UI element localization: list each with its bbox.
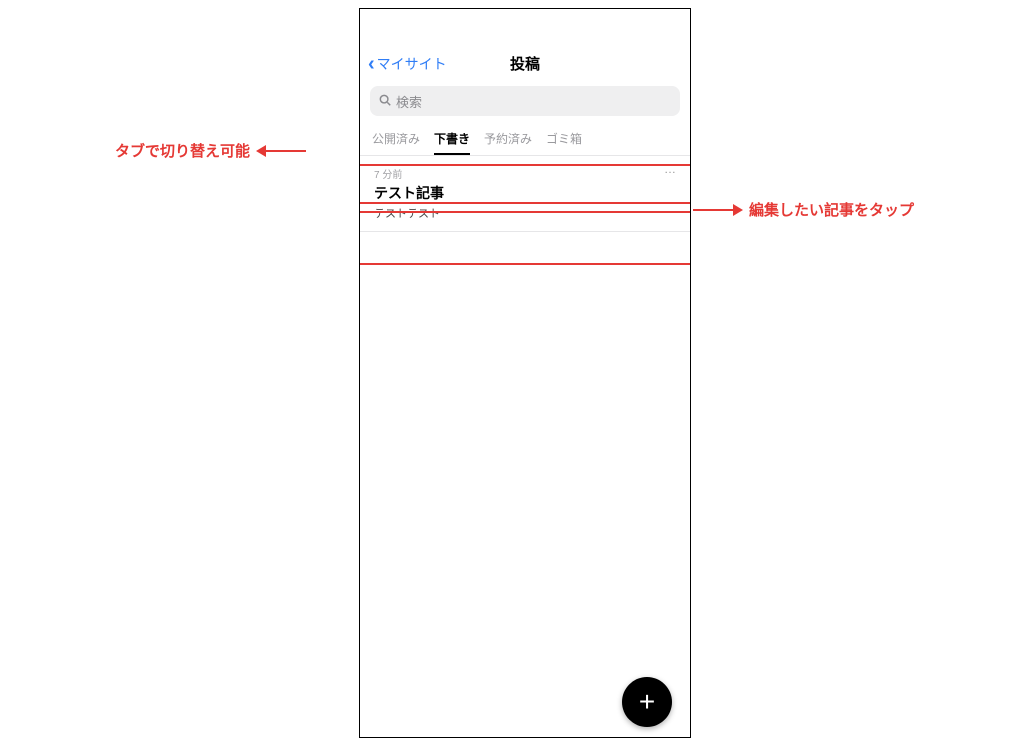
- search-icon: [378, 93, 392, 110]
- search-wrap: 検索: [360, 82, 690, 124]
- back-button[interactable]: ‹ マイサイト: [368, 54, 447, 74]
- arrow-right-icon: [693, 204, 743, 216]
- post-excerpt: テストテスト: [374, 205, 676, 221]
- page-title: 投稿: [510, 53, 540, 74]
- tab-scheduled[interactable]: 予約済み: [484, 130, 532, 155]
- annotation-tabs: タブで切り替え可能: [115, 140, 306, 161]
- annotation-text-left: タブで切り替え可能: [115, 140, 250, 161]
- phone-frame: ‹ マイサイト 投稿 検索 公開済み 下書き 予約済み ゴミ箱 … 7 分前 テ…: [359, 8, 691, 738]
- post-time: 7 分前: [374, 166, 676, 181]
- annotation-text-right: 編集したい記事をタップ: [749, 199, 914, 220]
- post-row[interactable]: … 7 分前 テスト記事 テストテスト: [360, 156, 690, 231]
- plus-icon: +: [639, 686, 655, 718]
- back-label: マイサイト: [377, 54, 447, 74]
- tabs: 公開済み 下書き 予約済み ゴミ箱: [360, 124, 690, 155]
- tab-draft[interactable]: 下書き: [434, 130, 470, 155]
- nav-bar: ‹ マイサイト 投稿: [360, 39, 690, 82]
- annotation-row: 編集したい記事をタップ: [693, 199, 914, 220]
- chevron-left-icon: ‹: [368, 54, 375, 74]
- divider: [360, 231, 690, 232]
- search-input[interactable]: 検索: [370, 86, 680, 116]
- search-placeholder: 検索: [396, 92, 422, 111]
- arrow-left-icon: [256, 145, 306, 157]
- more-button[interactable]: …: [664, 162, 678, 176]
- phone-content: ‹ マイサイト 投稿 検索 公開済み 下書き 予約済み ゴミ箱 … 7 分前 テ…: [360, 39, 690, 738]
- tab-published[interactable]: 公開済み: [372, 130, 420, 155]
- fab-add-button[interactable]: +: [622, 677, 672, 727]
- tab-trash[interactable]: ゴミ箱: [546, 130, 582, 155]
- post-title: テスト記事: [374, 183, 676, 203]
